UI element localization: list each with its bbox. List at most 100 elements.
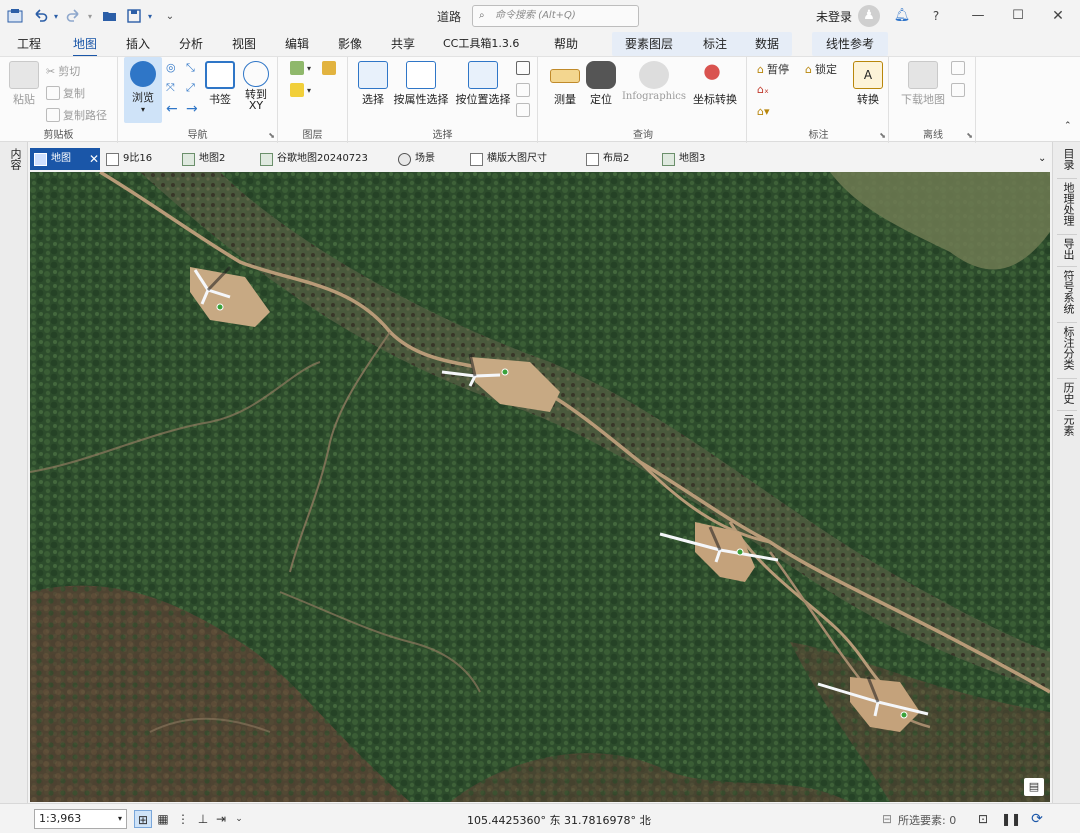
map-notes-icon[interactable]: ▤: [1024, 778, 1044, 796]
project-icon[interactable]: [6, 6, 24, 26]
copy-button[interactable]: 复制: [46, 85, 85, 101]
explore-button[interactable]: 浏览 ▾: [124, 57, 162, 123]
zoom-to-selected-icon[interactable]: [516, 103, 530, 117]
user-avatar-icon[interactable]: ♟: [858, 5, 880, 27]
export-pane-tab[interactable]: 导出: [1060, 238, 1076, 260]
zoom-to-selection-icon[interactable]: ⤧: [166, 81, 175, 95]
tab-help[interactable]: 帮助: [554, 35, 578, 55]
notification-bell-icon[interactable]: 🔔︎: [892, 6, 912, 26]
attributes-icon[interactable]: [516, 61, 530, 75]
close-tab-icon[interactable]: ✕: [89, 148, 99, 170]
unplaced-labels-icon[interactable]: ⌂ₓ: [757, 83, 769, 96]
element-pane-tab[interactable]: 元素: [1060, 414, 1076, 436]
convert-labels-button[interactable]: A 转换: [851, 61, 885, 107]
view-tab-landscape-size[interactable]: 横版大图尺寸: [466, 148, 547, 170]
view-tab-map[interactable]: 地图 ✕: [30, 148, 100, 170]
tab-edit[interactable]: 编辑: [285, 35, 309, 55]
pause-drawing-icon[interactable]: ❚❚: [1001, 810, 1021, 828]
tab-share[interactable]: 共享: [391, 35, 415, 55]
view-tab-scene[interactable]: 场景: [394, 148, 435, 170]
save-dropdown-icon[interactable]: ▾: [144, 6, 156, 26]
measure-button[interactable]: 测量: [548, 61, 582, 107]
redo-dropdown-icon[interactable]: ▾: [84, 6, 96, 26]
label-options-icon[interactable]: ⌂▾: [757, 105, 770, 118]
tab-imagery[interactable]: 影像: [338, 35, 362, 55]
login-status[interactable]: 未登录: [816, 8, 852, 25]
view-tab-map2[interactable]: 地图2: [178, 148, 225, 170]
clear-selection-icon[interactable]: [516, 83, 530, 97]
fixed-zoom-out-icon[interactable]: ⤢: [186, 81, 195, 95]
customize-toolbar-icon[interactable]: ⌄: [162, 6, 178, 26]
minimize-icon[interactable]: —: [968, 6, 988, 26]
coordinate-format-dropdown-icon[interactable]: ⌄: [640, 810, 658, 828]
contents-pane-collapsed[interactable]: 内容: [0, 142, 28, 805]
tab-list-dropdown-icon[interactable]: ⌄: [1034, 148, 1046, 170]
symbology-pane-tab[interactable]: 符号系统: [1060, 270, 1076, 314]
tab-feature-layer[interactable]: 要素图层: [625, 35, 673, 55]
tab-view[interactable]: 视图: [232, 35, 256, 55]
pause-labeling-button[interactable]: ⌂ 暂停: [757, 61, 789, 77]
select-by-attributes-button[interactable]: 按属性选择: [392, 61, 450, 107]
map-scale-dropdown[interactable]: 1:3,963 ▾: [34, 809, 127, 829]
add-data-button[interactable]: ▾: [290, 83, 311, 97]
collapse-ribbon-icon[interactable]: ⌃: [1064, 121, 1072, 131]
view-tab-google-map[interactable]: 谷歌地图20240723: [256, 148, 368, 170]
full-extent-icon[interactable]: ◎: [166, 61, 176, 74]
grid-icon[interactable]: ▦: [154, 810, 172, 828]
tab-linear-referencing[interactable]: 线性参考: [826, 35, 874, 55]
labeling-launcher-icon[interactable]: ⬊: [879, 131, 886, 140]
offline-launcher-icon[interactable]: ⬊: [966, 131, 973, 140]
bookmarks-button[interactable]: 书签: [204, 61, 236, 107]
catalog-pane-tab[interactable]: 目录: [1060, 148, 1076, 170]
maximize-icon[interactable]: ☐: [1008, 6, 1028, 26]
geoprocessing-pane-tab[interactable]: 地理处理: [1060, 182, 1076, 226]
undo-icon[interactable]: [30, 6, 50, 26]
download-map-button[interactable]: 下载地图: [897, 61, 949, 107]
help-icon[interactable]: ?: [926, 6, 946, 26]
select-by-location-button[interactable]: 按位置选择: [454, 61, 512, 107]
add-preset-button[interactable]: [322, 61, 336, 75]
navigate-launcher-icon[interactable]: ⬊: [268, 131, 275, 140]
dimension-icon[interactable]: ⊥: [194, 810, 212, 828]
convert-coordinates-button[interactable]: 坐标转换: [690, 61, 740, 107]
status-dropdown-icon[interactable]: ⌄: [230, 810, 248, 828]
constraints-icon[interactable]: ⋮: [174, 810, 192, 828]
view-tab-map3[interactable]: 地图3: [658, 148, 705, 170]
locate-button[interactable]: 定位: [584, 61, 618, 107]
tab-project[interactable]: 工程: [17, 35, 41, 55]
goto-xy-button[interactable]: 转到 XY: [238, 61, 274, 111]
correction-icon[interactable]: ⇥: [212, 810, 230, 828]
sync-icon[interactable]: [951, 61, 965, 75]
refresh-icon[interactable]: ⟳: [1028, 810, 1046, 828]
history-pane-tab[interactable]: 历史: [1060, 382, 1076, 404]
map-view[interactable]: ▤: [30, 172, 1050, 802]
tab-insert[interactable]: 插入: [126, 35, 150, 55]
previous-extent-icon[interactable]: ←: [166, 101, 178, 117]
tab-cc-toolbox[interactable]: CC工具箱1.3.6: [443, 35, 519, 55]
snapping-icon[interactable]: ⊞: [134, 810, 152, 828]
remove-offline-icon[interactable]: [951, 83, 965, 97]
command-search-input[interactable]: ⌕ 命令搜索 (Alt+Q): [472, 5, 639, 27]
select-button[interactable]: 选择: [356, 61, 390, 107]
next-extent-icon[interactable]: →: [186, 101, 198, 117]
lock-labels-button[interactable]: ⌂ 锁定: [805, 61, 837, 77]
tab-labeling[interactable]: 标注: [703, 35, 727, 55]
infographics-button[interactable]: Infographics: [620, 61, 688, 102]
cut-button[interactable]: ✂ 剪切: [46, 63, 80, 79]
close-icon[interactable]: ✕: [1048, 6, 1068, 26]
tab-analysis[interactable]: 分析: [179, 35, 203, 55]
copy-path-button[interactable]: 复制路径: [46, 107, 107, 123]
tab-map[interactable]: 地图: [73, 35, 98, 57]
selection-icon[interactable]: ⊟: [878, 810, 896, 828]
fixed-zoom-in-icon[interactable]: ⤡: [186, 61, 195, 75]
view-tab-9x16[interactable]: 9比16: [102, 148, 152, 170]
open-project-icon[interactable]: [100, 6, 120, 26]
basemap-button[interactable]: ▾: [290, 61, 311, 75]
clear-selection-status-icon[interactable]: ⊡: [974, 810, 992, 828]
redo-icon[interactable]: [64, 6, 84, 26]
save-project-icon[interactable]: [124, 6, 144, 26]
tab-data[interactable]: 数据: [755, 35, 779, 55]
label-class-pane-tab[interactable]: 标注分类: [1060, 326, 1076, 370]
view-tab-layout2[interactable]: 布局2: [582, 148, 629, 170]
paste-button[interactable]: 粘贴: [8, 61, 40, 107]
